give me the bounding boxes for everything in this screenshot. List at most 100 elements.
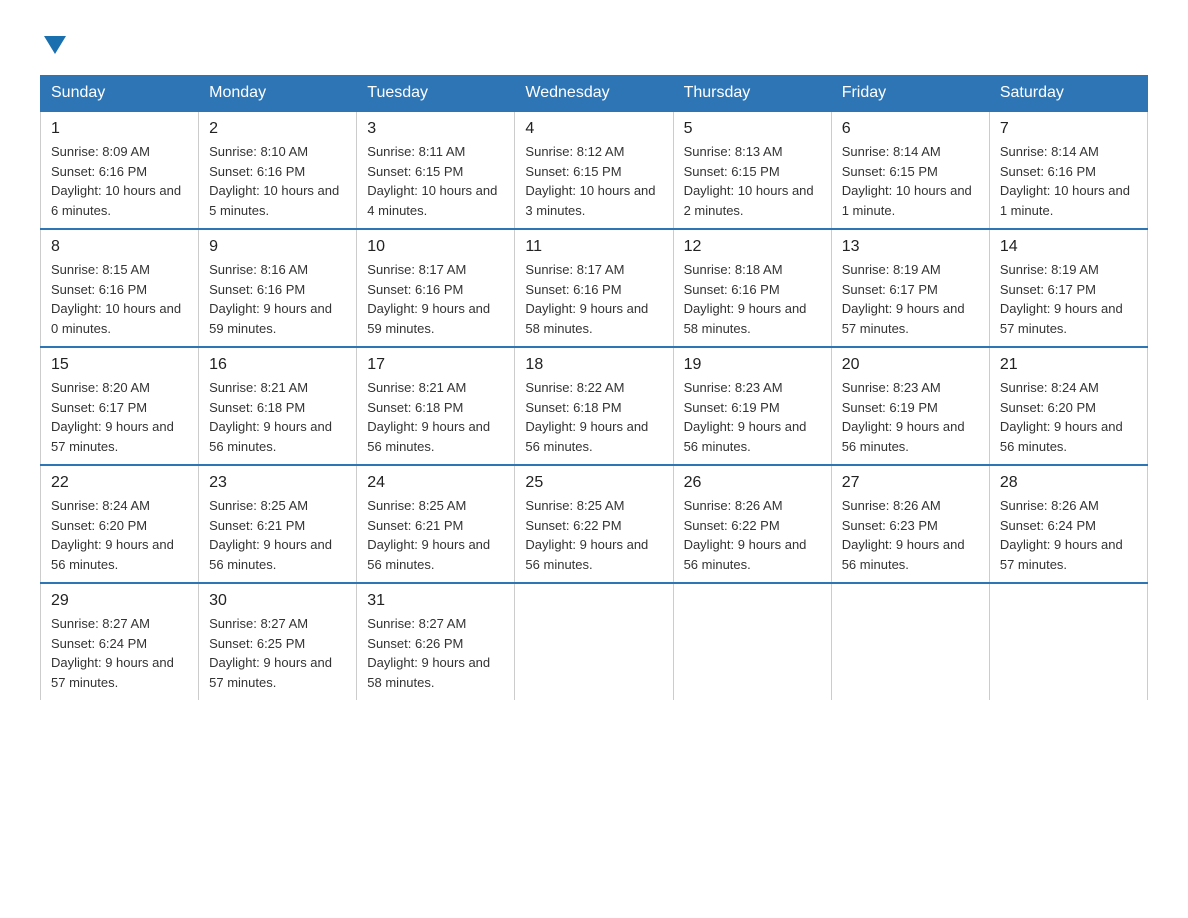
- day-info: Sunrise: 8:16 AMSunset: 6:16 PMDaylight:…: [209, 262, 332, 336]
- week-row-5: 29 Sunrise: 8:27 AMSunset: 6:24 PMDaylig…: [41, 583, 1148, 700]
- day-info: Sunrise: 8:26 AMSunset: 6:23 PMDaylight:…: [842, 498, 965, 572]
- calendar-cell: 14 Sunrise: 8:19 AMSunset: 6:17 PMDaylig…: [989, 229, 1147, 347]
- calendar-cell: 3 Sunrise: 8:11 AMSunset: 6:15 PMDayligh…: [357, 111, 515, 229]
- day-info: Sunrise: 8:17 AMSunset: 6:16 PMDaylight:…: [367, 262, 490, 336]
- day-info: Sunrise: 8:27 AMSunset: 6:24 PMDaylight:…: [51, 616, 174, 690]
- day-info: Sunrise: 8:22 AMSunset: 6:18 PMDaylight:…: [525, 380, 648, 454]
- day-number: 25: [525, 474, 662, 492]
- day-info: Sunrise: 8:27 AMSunset: 6:26 PMDaylight:…: [367, 616, 490, 690]
- day-info: Sunrise: 8:11 AMSunset: 6:15 PMDaylight:…: [367, 144, 497, 218]
- calendar-cell: 20 Sunrise: 8:23 AMSunset: 6:19 PMDaylig…: [831, 347, 989, 465]
- day-number: 14: [1000, 238, 1137, 256]
- calendar-cell: 15 Sunrise: 8:20 AMSunset: 6:17 PMDaylig…: [41, 347, 199, 465]
- logo-triangle-icon: [44, 36, 66, 54]
- calendar-cell: 22 Sunrise: 8:24 AMSunset: 6:20 PMDaylig…: [41, 465, 199, 583]
- day-number: 7: [1000, 120, 1137, 138]
- day-info: Sunrise: 8:27 AMSunset: 6:25 PMDaylight:…: [209, 616, 332, 690]
- day-number: 18: [525, 356, 662, 374]
- day-number: 10: [367, 238, 504, 256]
- day-number: 12: [684, 238, 821, 256]
- calendar-cell: 13 Sunrise: 8:19 AMSunset: 6:17 PMDaylig…: [831, 229, 989, 347]
- day-number: 5: [684, 120, 821, 138]
- calendar-cell: 9 Sunrise: 8:16 AMSunset: 6:16 PMDayligh…: [199, 229, 357, 347]
- calendar-cell: [989, 583, 1147, 700]
- calendar-table: SundayMondayTuesdayWednesdayThursdayFrid…: [40, 75, 1148, 700]
- calendar-cell: 8 Sunrise: 8:15 AMSunset: 6:16 PMDayligh…: [41, 229, 199, 347]
- day-info: Sunrise: 8:17 AMSunset: 6:16 PMDaylight:…: [525, 262, 648, 336]
- calendar-cell: 4 Sunrise: 8:12 AMSunset: 6:15 PMDayligh…: [515, 111, 673, 229]
- day-number: 28: [1000, 474, 1137, 492]
- day-number: 2: [209, 120, 346, 138]
- day-number: 17: [367, 356, 504, 374]
- day-number: 24: [367, 474, 504, 492]
- header-monday: Monday: [199, 76, 357, 112]
- header-saturday: Saturday: [989, 76, 1147, 112]
- day-number: 6: [842, 120, 979, 138]
- header-sunday: Sunday: [41, 76, 199, 112]
- calendar-cell: 12 Sunrise: 8:18 AMSunset: 6:16 PMDaylig…: [673, 229, 831, 347]
- day-info: Sunrise: 8:20 AMSunset: 6:17 PMDaylight:…: [51, 380, 174, 454]
- day-info: Sunrise: 8:23 AMSunset: 6:19 PMDaylight:…: [684, 380, 807, 454]
- day-info: Sunrise: 8:13 AMSunset: 6:15 PMDaylight:…: [684, 144, 814, 218]
- calendar-cell: 1 Sunrise: 8:09 AMSunset: 6:16 PMDayligh…: [41, 111, 199, 229]
- calendar-cell: 10 Sunrise: 8:17 AMSunset: 6:16 PMDaylig…: [357, 229, 515, 347]
- header-tuesday: Tuesday: [357, 76, 515, 112]
- day-info: Sunrise: 8:26 AMSunset: 6:22 PMDaylight:…: [684, 498, 807, 572]
- day-info: Sunrise: 8:25 AMSunset: 6:22 PMDaylight:…: [525, 498, 648, 572]
- day-info: Sunrise: 8:18 AMSunset: 6:16 PMDaylight:…: [684, 262, 807, 336]
- day-info: Sunrise: 8:25 AMSunset: 6:21 PMDaylight:…: [367, 498, 490, 572]
- day-number: 30: [209, 592, 346, 610]
- day-info: Sunrise: 8:21 AMSunset: 6:18 PMDaylight:…: [209, 380, 332, 454]
- day-number: 27: [842, 474, 979, 492]
- day-info: Sunrise: 8:09 AMSunset: 6:16 PMDaylight:…: [51, 144, 181, 218]
- day-number: 15: [51, 356, 188, 374]
- calendar-cell: 11 Sunrise: 8:17 AMSunset: 6:16 PMDaylig…: [515, 229, 673, 347]
- day-number: 29: [51, 592, 188, 610]
- calendar-cell: 18 Sunrise: 8:22 AMSunset: 6:18 PMDaylig…: [515, 347, 673, 465]
- day-info: Sunrise: 8:15 AMSunset: 6:16 PMDaylight:…: [51, 262, 181, 336]
- calendar-cell: 2 Sunrise: 8:10 AMSunset: 6:16 PMDayligh…: [199, 111, 357, 229]
- day-info: Sunrise: 8:25 AMSunset: 6:21 PMDaylight:…: [209, 498, 332, 572]
- calendar-cell: 16 Sunrise: 8:21 AMSunset: 6:18 PMDaylig…: [199, 347, 357, 465]
- day-number: 22: [51, 474, 188, 492]
- calendar-cell: 21 Sunrise: 8:24 AMSunset: 6:20 PMDaylig…: [989, 347, 1147, 465]
- calendar-cell: [673, 583, 831, 700]
- header-wednesday: Wednesday: [515, 76, 673, 112]
- calendar-cell: 29 Sunrise: 8:27 AMSunset: 6:24 PMDaylig…: [41, 583, 199, 700]
- calendar-cell: 19 Sunrise: 8:23 AMSunset: 6:19 PMDaylig…: [673, 347, 831, 465]
- day-number: 16: [209, 356, 346, 374]
- calendar-cell: 5 Sunrise: 8:13 AMSunset: 6:15 PMDayligh…: [673, 111, 831, 229]
- day-info: Sunrise: 8:10 AMSunset: 6:16 PMDaylight:…: [209, 144, 339, 218]
- week-row-4: 22 Sunrise: 8:24 AMSunset: 6:20 PMDaylig…: [41, 465, 1148, 583]
- day-number: 9: [209, 238, 346, 256]
- calendar-cell: 6 Sunrise: 8:14 AMSunset: 6:15 PMDayligh…: [831, 111, 989, 229]
- day-info: Sunrise: 8:19 AMSunset: 6:17 PMDaylight:…: [1000, 262, 1123, 336]
- header-thursday: Thursday: [673, 76, 831, 112]
- day-info: Sunrise: 8:12 AMSunset: 6:15 PMDaylight:…: [525, 144, 655, 218]
- day-number: 26: [684, 474, 821, 492]
- calendar-cell: 17 Sunrise: 8:21 AMSunset: 6:18 PMDaylig…: [357, 347, 515, 465]
- day-number: 31: [367, 592, 504, 610]
- day-number: 3: [367, 120, 504, 138]
- calendar-cell: [831, 583, 989, 700]
- calendar-cell: 27 Sunrise: 8:26 AMSunset: 6:23 PMDaylig…: [831, 465, 989, 583]
- week-row-2: 8 Sunrise: 8:15 AMSunset: 6:16 PMDayligh…: [41, 229, 1148, 347]
- logo: [40, 30, 66, 55]
- day-info: Sunrise: 8:24 AMSunset: 6:20 PMDaylight:…: [51, 498, 174, 572]
- day-info: Sunrise: 8:24 AMSunset: 6:20 PMDaylight:…: [1000, 380, 1123, 454]
- day-info: Sunrise: 8:14 AMSunset: 6:15 PMDaylight:…: [842, 144, 972, 218]
- calendar-cell: [515, 583, 673, 700]
- calendar-cell: 31 Sunrise: 8:27 AMSunset: 6:26 PMDaylig…: [357, 583, 515, 700]
- day-info: Sunrise: 8:26 AMSunset: 6:24 PMDaylight:…: [1000, 498, 1123, 572]
- day-number: 20: [842, 356, 979, 374]
- calendar-cell: 23 Sunrise: 8:25 AMSunset: 6:21 PMDaylig…: [199, 465, 357, 583]
- day-number: 4: [525, 120, 662, 138]
- week-row-3: 15 Sunrise: 8:20 AMSunset: 6:17 PMDaylig…: [41, 347, 1148, 465]
- day-number: 23: [209, 474, 346, 492]
- calendar-cell: 28 Sunrise: 8:26 AMSunset: 6:24 PMDaylig…: [989, 465, 1147, 583]
- calendar-cell: 25 Sunrise: 8:25 AMSunset: 6:22 PMDaylig…: [515, 465, 673, 583]
- page-header: [40, 30, 1148, 55]
- day-number: 1: [51, 120, 188, 138]
- calendar-cell: 26 Sunrise: 8:26 AMSunset: 6:22 PMDaylig…: [673, 465, 831, 583]
- day-number: 19: [684, 356, 821, 374]
